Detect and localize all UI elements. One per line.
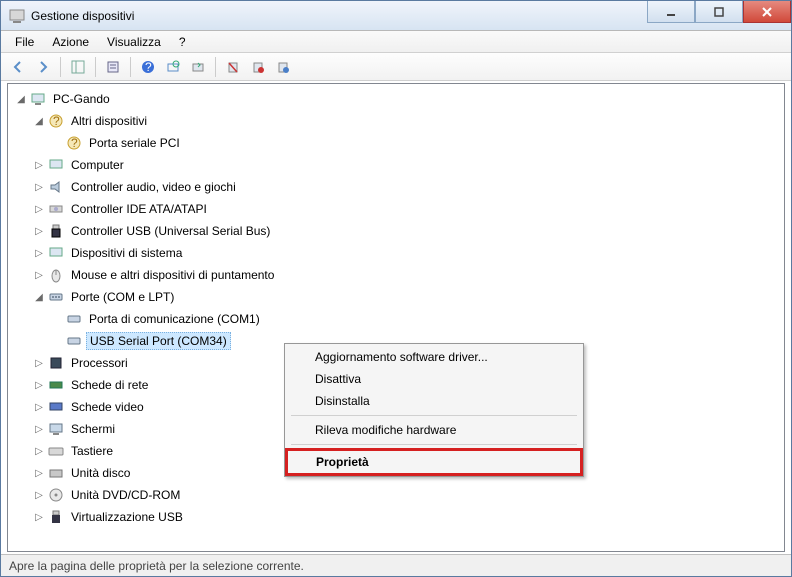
menu-file[interactable]: File <box>7 33 42 51</box>
disk-icon <box>48 465 64 481</box>
expander-icon[interactable]: ▷ <box>32 400 46 414</box>
port-icon <box>66 311 82 327</box>
expander-icon[interactable]: ▷ <box>32 356 46 370</box>
enable-button[interactable] <box>272 56 294 78</box>
display-adapter-icon <box>48 399 64 415</box>
minimize-button[interactable] <box>647 1 695 23</box>
forward-button[interactable] <box>32 56 54 78</box>
expander-icon[interactable]: ▷ <box>32 180 46 194</box>
mouse-icon <box>48 267 64 283</box>
expander-icon[interactable]: ◢ <box>32 290 46 304</box>
category-audio[interactable]: Controller audio, video e giochi <box>68 179 239 195</box>
svg-text:?: ? <box>145 60 152 74</box>
uninstall-button[interactable] <box>222 56 244 78</box>
keyboard-icon <box>48 443 64 459</box>
help-button[interactable]: ? <box>137 56 159 78</box>
svg-text:?: ? <box>71 136 78 150</box>
titlebar: Gestione dispositivi <box>1 1 791 31</box>
category-monitor[interactable]: Schermi <box>68 421 118 437</box>
statusbar: Apre la pagina delle proprietà per la se… <box>1 554 791 576</box>
toolbar: ? <box>1 53 791 81</box>
expander-icon[interactable]: ▷ <box>32 444 46 458</box>
other-devices-icon: ? <box>48 113 64 129</box>
ports-icon <box>48 289 64 305</box>
category-ide[interactable]: Controller IDE ATA/ATAPI <box>68 201 210 217</box>
window-title: Gestione dispositivi <box>31 9 647 23</box>
expander-icon[interactable]: ▷ <box>32 246 46 260</box>
category-system[interactable]: Dispositivi di sistema <box>68 245 185 261</box>
separator <box>291 415 577 416</box>
svg-text:?: ? <box>53 114 60 128</box>
category-other-devices[interactable]: Altri dispositivi <box>68 113 150 129</box>
menubar: File Azione Visualizza ? <box>1 31 791 53</box>
properties-button[interactable] <box>102 56 124 78</box>
context-menu: Aggiornamento software driver... Disatti… <box>284 343 584 477</box>
menu-view[interactable]: Visualizza <box>99 33 169 51</box>
scan-hardware-button[interactable] <box>162 56 184 78</box>
close-button[interactable] <box>743 1 791 23</box>
system-icon <box>48 245 64 261</box>
category-computer[interactable]: Computer <box>68 157 127 173</box>
ctx-properties[interactable]: Proprietà <box>285 448 583 476</box>
computer-icon <box>48 157 64 173</box>
expander-icon[interactable]: ▷ <box>32 422 46 436</box>
ctx-uninstall[interactable]: Disinstalla <box>287 390 581 412</box>
separator <box>291 444 577 445</box>
expander-icon[interactable]: ▷ <box>32 224 46 238</box>
device-com1[interactable]: Porta di comunicazione (COM1) <box>86 311 263 327</box>
category-gpu[interactable]: Schede video <box>68 399 147 415</box>
category-cpu[interactable]: Processori <box>68 355 131 371</box>
dvd-icon <box>48 487 64 503</box>
status-text: Apre la pagina delle proprietà per la se… <box>9 559 304 573</box>
maximize-button[interactable] <box>695 1 743 23</box>
app-icon <box>9 8 25 24</box>
monitor-icon <box>48 421 64 437</box>
network-icon <box>48 377 64 393</box>
expander-icon[interactable]: ▷ <box>32 202 46 216</box>
expander-icon[interactable]: ▷ <box>32 268 46 282</box>
expander-icon[interactable]: ▷ <box>32 488 46 502</box>
ctx-scan-hardware[interactable]: Rileva modifiche hardware <box>287 419 581 441</box>
update-driver-button[interactable] <box>187 56 209 78</box>
expander-icon[interactable]: ▷ <box>32 510 46 524</box>
category-ports[interactable]: Porte (COM e LPT) <box>68 289 177 305</box>
device-tree-panel[interactable]: ◢PC-Gando ◢?Altri dispositivi ·?Porta se… <box>7 83 785 552</box>
audio-icon <box>48 179 64 195</box>
expander-icon[interactable]: ▷ <box>32 378 46 392</box>
category-keyboard[interactable]: Tastiere <box>68 443 116 459</box>
ctx-disable[interactable]: Disattiva <box>287 368 581 390</box>
show-hide-tree-button[interactable] <box>67 56 89 78</box>
category-nic[interactable]: Schede di rete <box>68 377 151 393</box>
device-manager-window: Gestione dispositivi File Azione Visuali… <box>0 0 792 577</box>
category-dvd[interactable]: Unità DVD/CD-ROM <box>68 487 183 503</box>
category-vusb[interactable]: Virtualizzazione USB <box>68 509 186 525</box>
ctx-update-driver[interactable]: Aggiornamento software driver... <box>287 346 581 368</box>
computer-icon <box>30 91 46 107</box>
category-pointing[interactable]: Mouse e altri dispositivi di puntamento <box>68 267 277 283</box>
cpu-icon <box>48 355 64 371</box>
device-pci-serial[interactable]: Porta seriale PCI <box>86 135 183 151</box>
unknown-device-icon: ? <box>66 135 82 151</box>
usb-icon <box>48 223 64 239</box>
port-icon <box>66 333 82 349</box>
disable-button[interactable] <box>247 56 269 78</box>
device-usb-serial[interactable]: USB Serial Port (COM34) <box>86 332 231 350</box>
expander-icon[interactable]: ▷ <box>32 466 46 480</box>
expander-icon[interactable]: ▷ <box>32 158 46 172</box>
root-node[interactable]: PC-Gando <box>50 91 113 107</box>
back-button[interactable] <box>7 56 29 78</box>
category-disk[interactable]: Unità disco <box>68 465 133 481</box>
category-usb[interactable]: Controller USB (Universal Serial Bus) <box>68 223 273 239</box>
expander-icon[interactable]: ◢ <box>14 92 28 106</box>
usb-virt-icon <box>48 509 64 525</box>
menu-action[interactable]: Azione <box>44 33 97 51</box>
expander-icon[interactable]: ◢ <box>32 114 46 128</box>
menu-help[interactable]: ? <box>171 33 194 51</box>
ide-icon <box>48 201 64 217</box>
